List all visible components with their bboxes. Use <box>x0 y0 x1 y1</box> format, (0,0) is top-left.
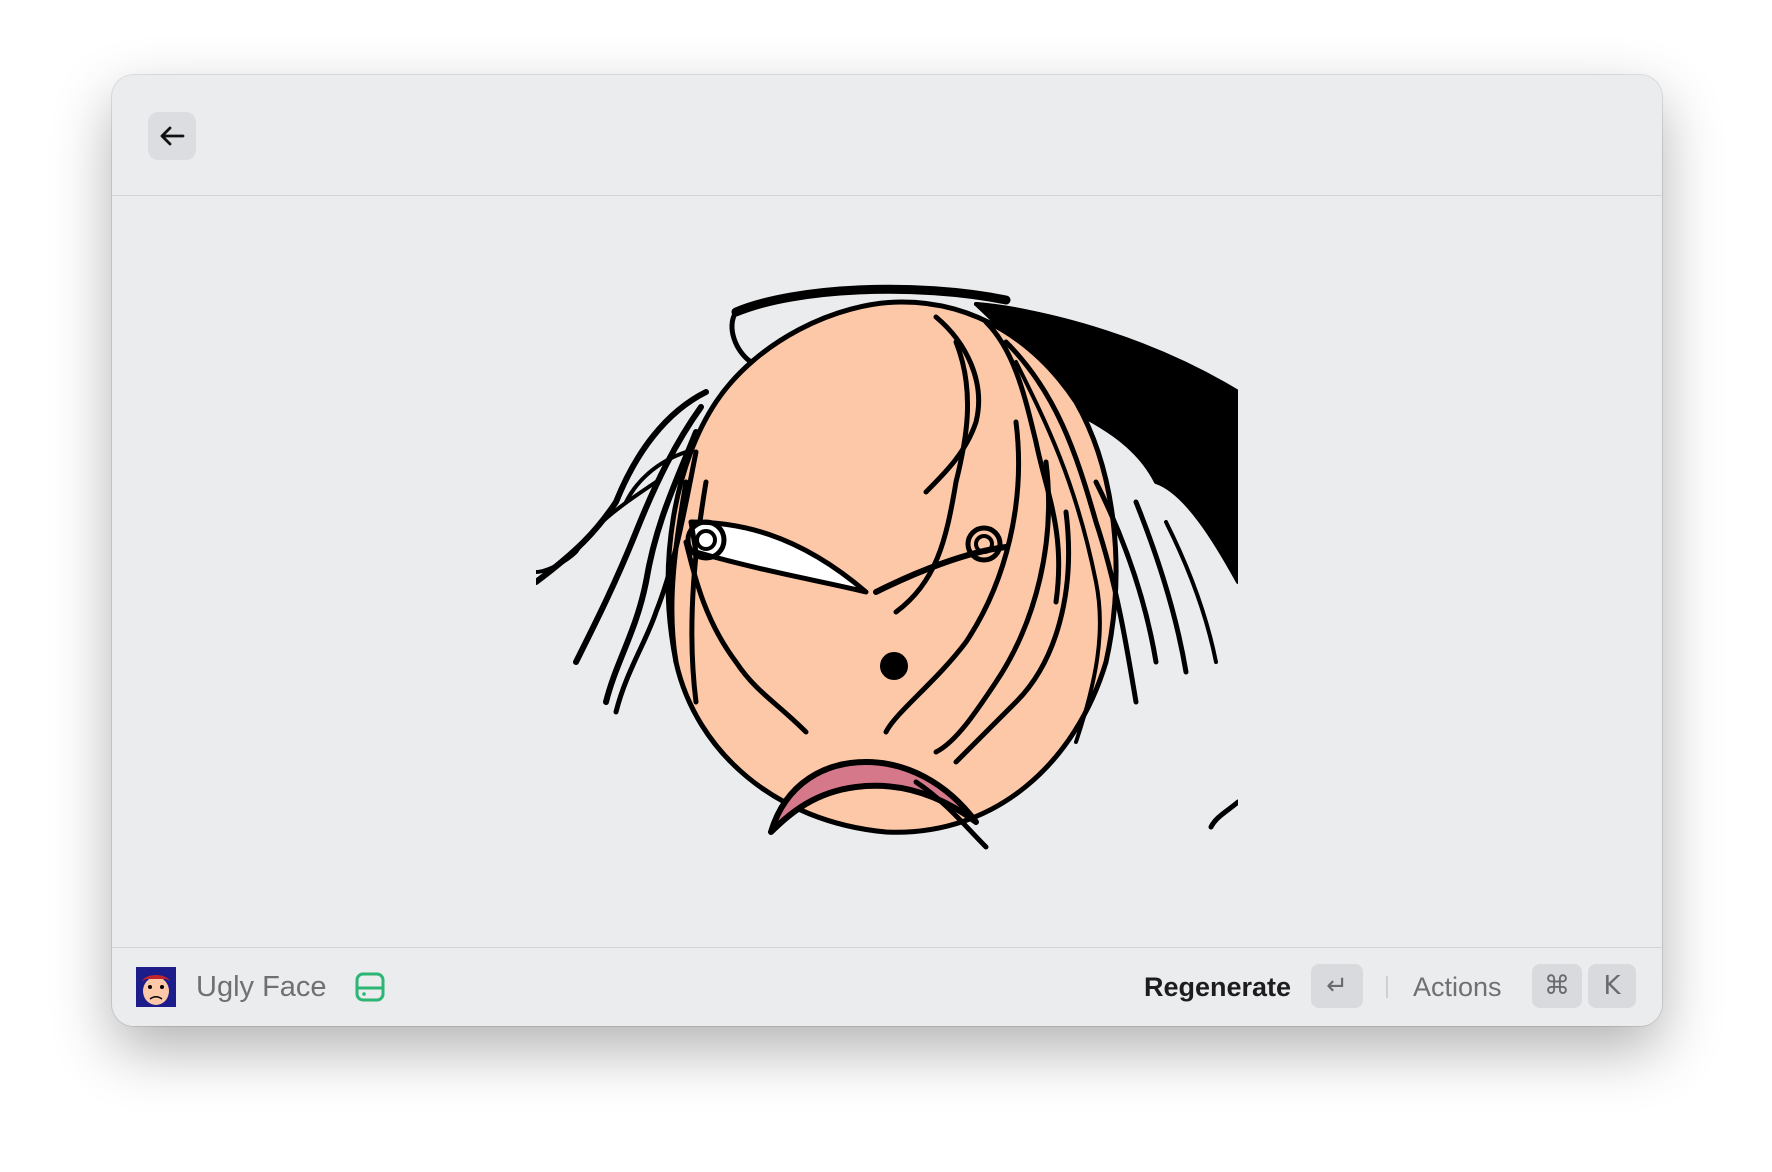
app-title: Ugly Face <box>196 971 327 1003</box>
back-button[interactable] <box>148 112 196 160</box>
separator <box>1386 976 1388 998</box>
enter-key-hint: ↵ <box>1311 964 1363 1008</box>
k-key-hint: K <box>1588 964 1636 1008</box>
arrow-left-icon <box>160 126 185 146</box>
generated-image <box>536 284 1238 850</box>
image-preview-area <box>112 196 1662 949</box>
app-avatar <box>136 967 176 1007</box>
face-outline <box>665 299 1119 835</box>
command-key-hint: ⌘ <box>1532 964 1582 1008</box>
top-bar <box>112 75 1662 196</box>
actions-button[interactable]: Actions <box>1413 970 1502 1004</box>
action-bar: Ugly Face Regenerate ↵ Actions ⌘ K <box>112 947 1662 1026</box>
storage-drive-icon <box>355 972 385 1002</box>
app-window: Ugly Face Regenerate ↵ Actions ⌘ K <box>112 75 1662 1026</box>
regenerate-button[interactable]: Regenerate <box>1144 970 1291 1004</box>
